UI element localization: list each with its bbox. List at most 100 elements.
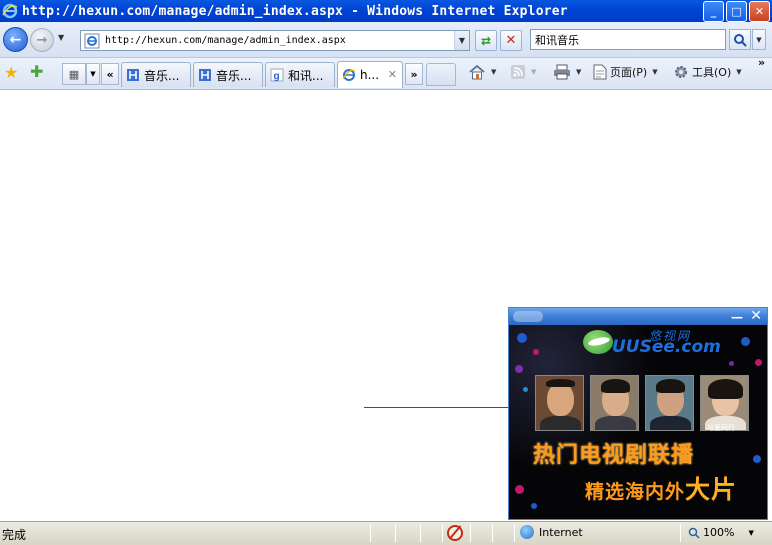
printer-icon — [554, 64, 570, 80]
zoom-control[interactable]: 100% ▼ — [688, 526, 754, 539]
search-input-value: 和讯音乐 — [535, 33, 579, 47]
actor-photo-2 — [590, 375, 639, 431]
home-dropdown-icon[interactable]: ▼ — [491, 68, 496, 76]
status-divider — [680, 524, 681, 542]
tools-menu-button[interactable]: 工具(O) ▼ — [673, 64, 742, 80]
globe-icon — [520, 525, 534, 539]
maximize-icon: □ — [731, 5, 742, 18]
search-input[interactable]: 和讯音乐 — [530, 29, 726, 50]
home-icon — [469, 64, 485, 80]
more-commands-button[interactable]: » — [758, 56, 765, 69]
gear-icon — [675, 66, 687, 78]
stop-icon: ✕ — [505, 33, 517, 48]
uusee-logo-icon — [583, 330, 613, 354]
tab-2[interactable]: 音乐... — [193, 62, 263, 87]
decor-dot — [515, 365, 523, 373]
recent-pages-dropdown[interactable]: ▼ — [58, 33, 64, 42]
tab-3-label: 和讯... — [288, 68, 324, 83]
print-dropdown-icon[interactable]: ▼ — [576, 68, 581, 76]
ie-page-icon — [84, 33, 100, 48]
status-divider — [470, 524, 471, 542]
ie-page-icon — [342, 69, 356, 81]
status-text: 完成 — [2, 528, 27, 542]
security-zone[interactable]: Internet — [520, 525, 583, 539]
titlebar-decoration — [513, 311, 543, 322]
address-url[interactable]: http://hexun.com/manage/admin_index.aspx — [105, 35, 454, 46]
new-tab-button[interactable] — [426, 63, 456, 86]
tab-2-label: 音乐... — [216, 68, 252, 83]
window-titlebar: http://hexun.com/manage/admin_index.aspx… — [0, 0, 772, 22]
stop-button[interactable]: ✕ — [500, 30, 522, 51]
scroll-left-icon: « — [106, 67, 114, 81]
quick-tabs-button[interactable]: ▦ — [62, 63, 86, 85]
tools-dropdown-icon[interactable]: ▼ — [736, 68, 741, 76]
home-button[interactable]: ▼ — [468, 64, 496, 80]
zoom-magnifier-icon — [688, 527, 700, 539]
hexun-icon — [127, 69, 139, 81]
scroll-tabs-right-button[interactable]: » — [405, 63, 423, 85]
ad-popup-window[interactable]: — ✕ UUSee.com 悠视网 与爱同行 热门电视剧联播 精选海内外大片 — [508, 307, 768, 520]
tab-3[interactable]: g 和讯... — [265, 62, 335, 87]
back-arrow-icon: ← — [9, 31, 22, 48]
ad-minimize-icon[interactable]: — — [731, 310, 743, 324]
decor-dot — [517, 333, 527, 343]
search-button[interactable] — [729, 29, 751, 50]
privacy-blocked-icon[interactable] — [447, 525, 463, 541]
zoom-level: 100% — [703, 526, 735, 539]
scroll-right-icon: » — [410, 67, 418, 81]
status-divider — [492, 524, 493, 542]
status-divider — [395, 524, 396, 542]
favorites-star-icon[interactable]: ★ — [4, 63, 18, 82]
google-icon: g — [270, 68, 284, 82]
uusee-logo-cn: 悠视网 — [649, 329, 692, 343]
refresh-button[interactable]: ⇄ — [475, 30, 497, 51]
red-arrow-line — [364, 407, 512, 408]
print-button[interactable]: ▼ — [553, 64, 581, 80]
feeds-button[interactable]: ▼ — [510, 64, 536, 80]
ad-subline-big: 大片 — [685, 475, 738, 504]
tab-toolbar: ★ ✚ ▦ ▼ « 音乐... 音乐... g 和讯... h... ✕ » ▼… — [0, 56, 772, 90]
zone-label: Internet — [539, 525, 583, 539]
tools-menu-label: 工具(O) — [692, 66, 732, 79]
status-divider — [420, 524, 421, 542]
minimize-icon: _ — [710, 5, 717, 18]
address-field[interactable]: http://hexun.com/manage/admin_index.aspx… — [80, 30, 470, 51]
ad-subline: 精选海内外大片 — [585, 470, 737, 506]
tab-1[interactable]: 音乐... — [121, 62, 191, 87]
ad-close-icon[interactable]: ✕ — [750, 308, 762, 324]
search-options-dropdown[interactable]: ▼ — [752, 29, 766, 50]
tab-close-icon[interactable]: ✕ — [388, 68, 397, 81]
page-dropdown-icon[interactable]: ▼ — [652, 68, 657, 76]
ad-headline: 热门电视剧联播 — [533, 443, 695, 468]
decor-dot — [729, 361, 734, 366]
page-menu-label: 页面(P) — [610, 66, 648, 79]
ad-popup-titlebar: — ✕ — [509, 308, 767, 325]
back-button[interactable]: ← — [3, 27, 28, 52]
page-icon — [593, 64, 607, 80]
maximize-button[interactable]: □ — [726, 1, 747, 22]
rss-feed-icon — [511, 65, 525, 79]
close-button[interactable]: ✕ — [749, 1, 770, 22]
forward-arrow-icon: → — [36, 32, 48, 48]
hexun-icon — [199, 69, 211, 81]
quick-tabs-icon: ▦ — [68, 67, 80, 81]
minimize-button[interactable]: _ — [703, 1, 724, 22]
ad-banner[interactable]: UUSee.com 悠视网 与爱同行 热门电视剧联播 精选海内外大片 — [509, 325, 767, 519]
tab-4-active[interactable]: h... ✕ — [337, 61, 403, 88]
tab-1-label: 音乐... — [144, 68, 180, 83]
page-menu-button[interactable]: 页面(P) ▼ — [593, 64, 658, 80]
scroll-tabs-left-button[interactable]: « — [101, 63, 119, 85]
zoom-dropdown-icon[interactable]: ▼ — [748, 529, 753, 537]
actor-photo-1 — [535, 375, 584, 431]
ie-logo-icon — [2, 3, 18, 19]
address-dropdown-icon[interactable]: ▼ — [454, 31, 469, 50]
add-favorites-icon[interactable]: ✚ — [30, 62, 43, 81]
search-icon — [734, 33, 747, 47]
decor-dot — [523, 387, 528, 392]
feeds-dropdown-icon[interactable]: ▼ — [531, 68, 536, 76]
decor-dot — [753, 455, 761, 463]
ad-subline-prefix: 精选海内外 — [585, 481, 686, 503]
tab-list-dropdown[interactable]: ▼ — [86, 63, 100, 85]
forward-button[interactable]: → — [30, 28, 54, 52]
actor-photo-3 — [645, 375, 694, 431]
